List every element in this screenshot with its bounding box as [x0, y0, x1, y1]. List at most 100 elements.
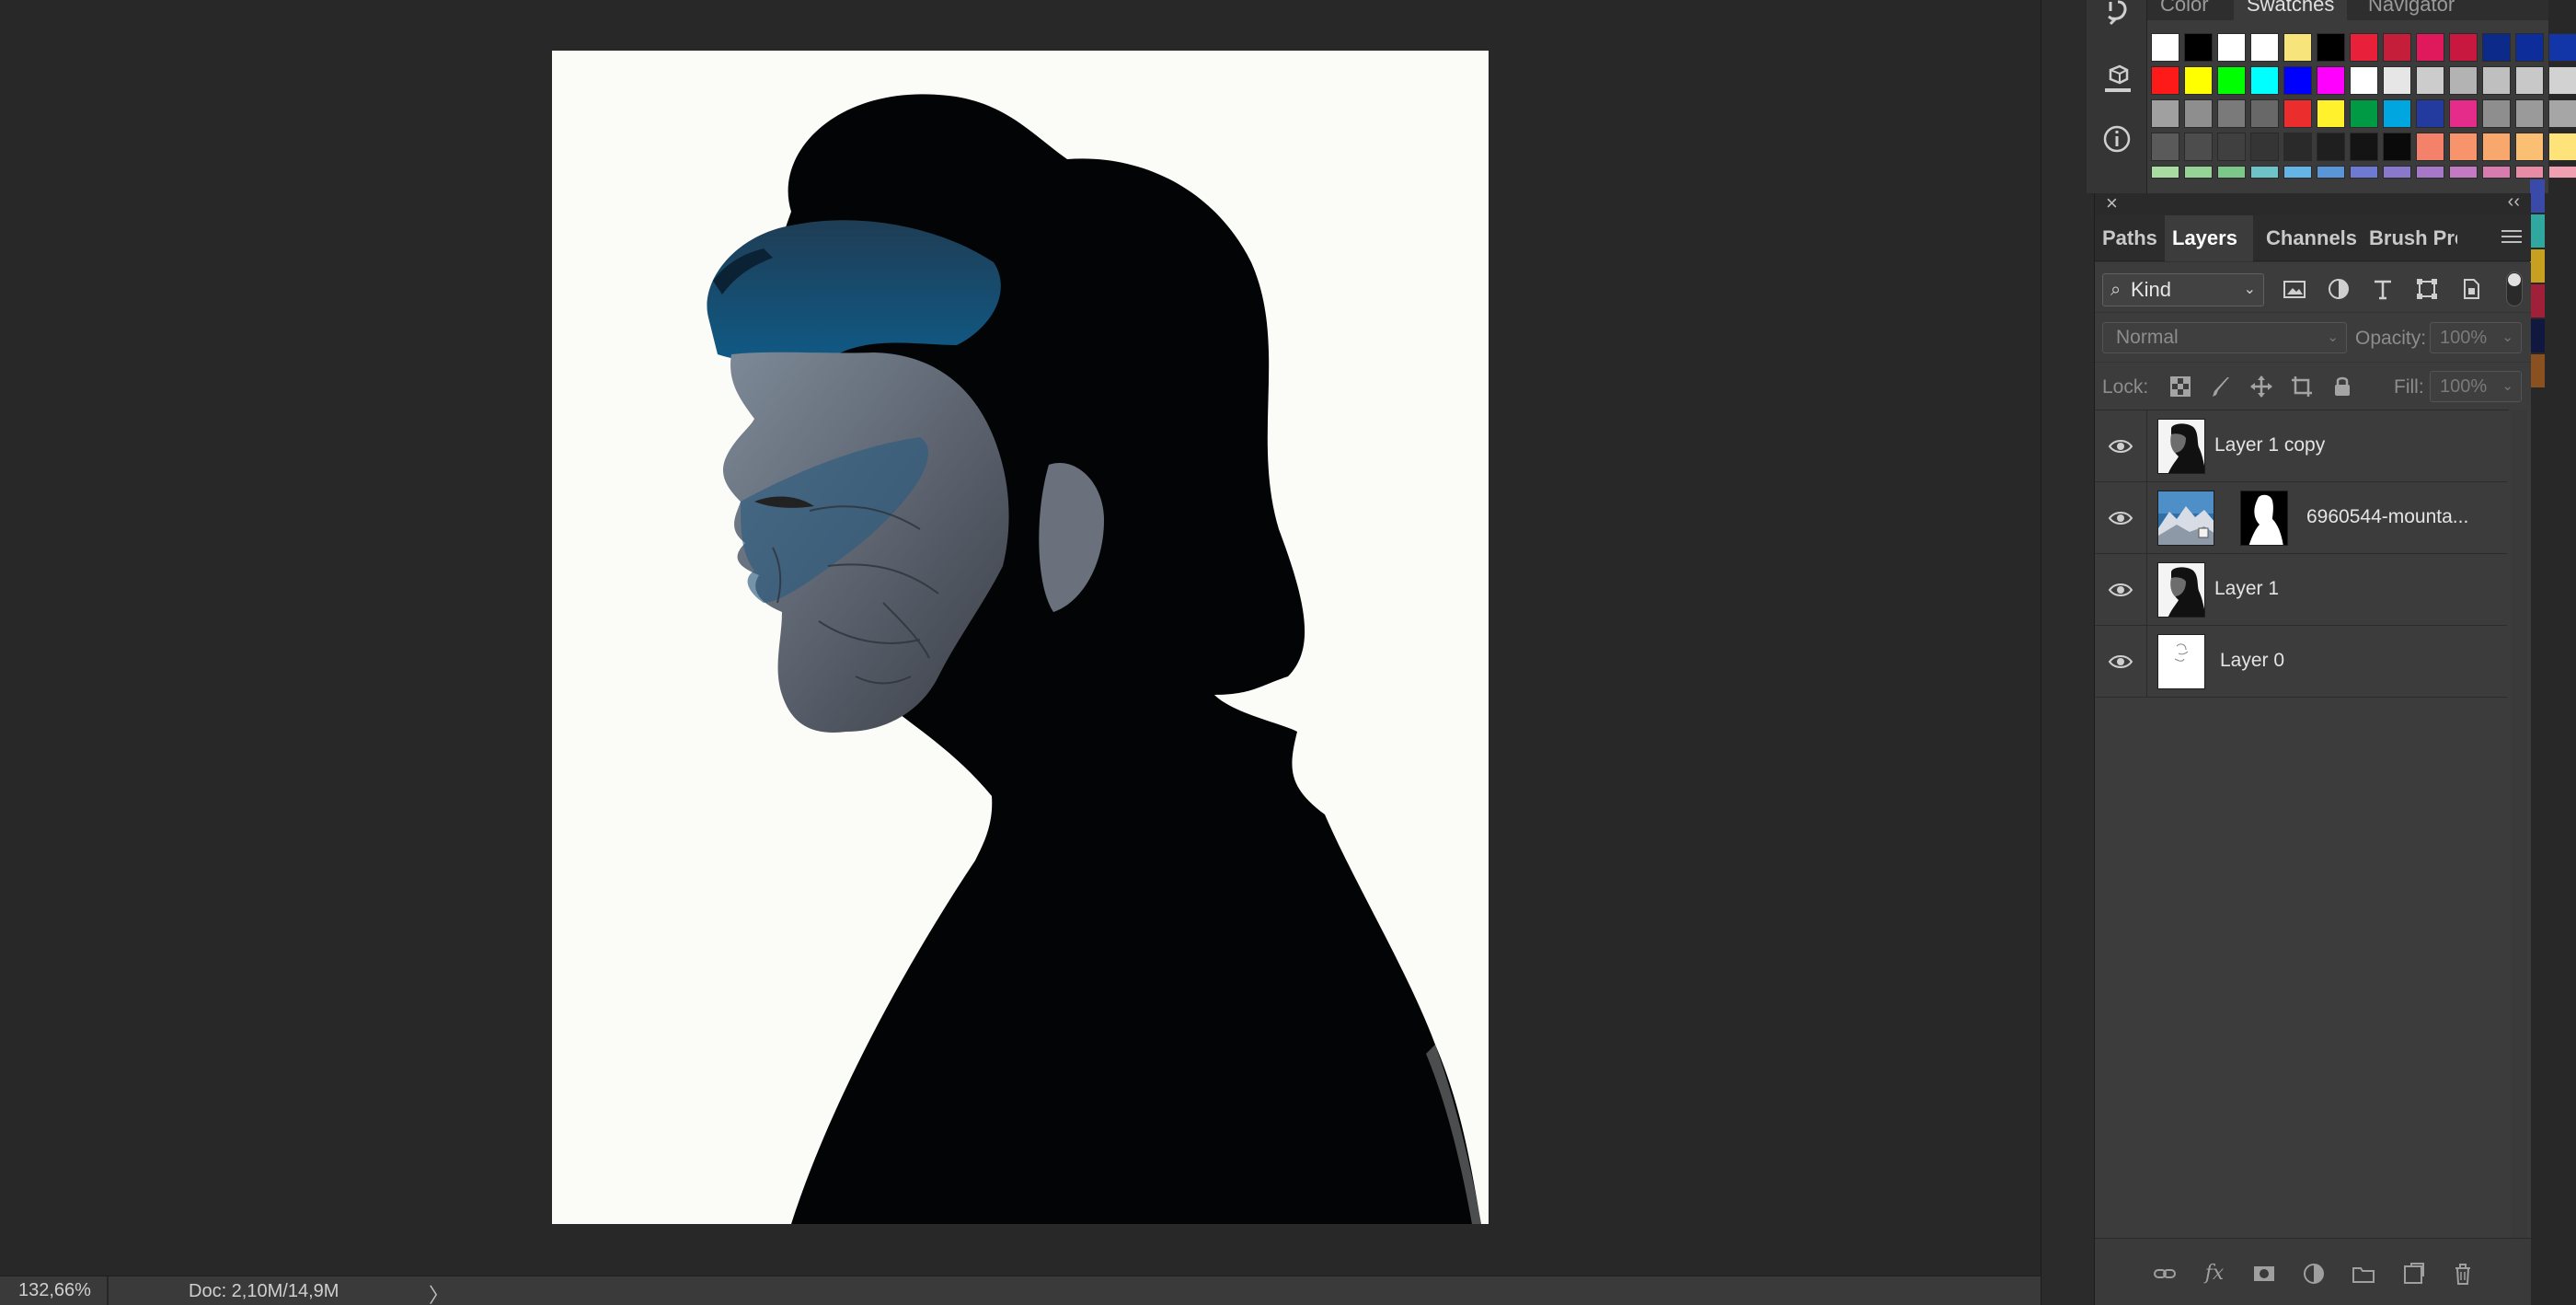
tab-channels[interactable]: Channels [2259, 215, 2358, 261]
color-swatch[interactable] [2217, 33, 2246, 62]
adjustment-layer-filter-icon[interactable] [2325, 275, 2352, 303]
color-swatch[interactable] [2383, 133, 2411, 161]
color-swatch[interactable] [2383, 33, 2411, 62]
color-swatch[interactable] [2283, 166, 2312, 179]
color-swatch[interactable] [2250, 166, 2279, 179]
visibility-eye-icon[interactable] [2108, 650, 2133, 674]
color-swatch[interactable] [2530, 284, 2545, 318]
mask-icon[interactable] [2251, 1261, 2277, 1287]
color-swatch[interactable] [2184, 133, 2213, 161]
color-swatch[interactable] [2383, 99, 2411, 128]
shape-layer-filter-icon[interactable] [2413, 275, 2441, 303]
color-swatch[interactable] [2151, 166, 2179, 179]
color-swatch[interactable] [2548, 133, 2576, 161]
color-swatch[interactable] [2317, 133, 2345, 161]
color-swatch[interactable] [2515, 33, 2544, 62]
layer-row[interactable]: Layer 1 copy [2095, 410, 2507, 482]
color-swatch[interactable] [2217, 99, 2246, 128]
color-swatch[interactable] [2283, 99, 2312, 128]
filter-toggle-switch[interactable] [2506, 271, 2523, 306]
color-swatch[interactable] [2530, 249, 2545, 283]
color-swatch[interactable] [2350, 166, 2378, 179]
tab-color[interactable]: Color [2147, 0, 2222, 20]
tab-swatches[interactable]: Swatches [2234, 0, 2348, 20]
blend-mode-select[interactable]: Normal ⌄ [2102, 322, 2347, 353]
color-swatch[interactable] [2184, 66, 2213, 95]
color-swatch[interactable] [2350, 133, 2378, 161]
color-swatch[interactable] [2350, 33, 2378, 62]
color-swatch[interactable] [2283, 133, 2312, 161]
color-swatch[interactable] [2482, 33, 2511, 62]
color-swatch[interactable] [2482, 66, 2511, 95]
color-swatch[interactable] [2548, 66, 2576, 95]
color-swatch[interactable] [2151, 99, 2179, 128]
status-menu-arrow-icon[interactable]: 〉 [429, 1279, 449, 1305]
visibility-eye-icon[interactable] [2108, 506, 2133, 530]
color-swatch[interactable] [2548, 33, 2576, 62]
color-swatch[interactable] [2317, 166, 2345, 179]
color-swatch[interactable] [2449, 166, 2478, 179]
color-swatch[interactable] [2416, 133, 2444, 161]
color-swatch[interactable] [2530, 354, 2545, 387]
color-swatch[interactable] [2515, 99, 2544, 128]
color-swatch[interactable] [2283, 33, 2312, 62]
fill-field[interactable]: 100% ⌄ [2430, 371, 2522, 402]
color-swatch[interactable] [2515, 133, 2544, 161]
color-swatch[interactable] [2317, 66, 2345, 95]
collapse-panel-icon[interactable]: ‹‹ [2508, 191, 2520, 213]
document-canvas[interactable] [552, 51, 1489, 1224]
color-swatch[interactable] [2350, 66, 2378, 95]
color-swatch[interactable] [2449, 66, 2478, 95]
trash-icon[interactable] [2450, 1261, 2476, 1287]
folder-icon[interactable] [2351, 1261, 2376, 1287]
color-swatch[interactable] [2217, 133, 2246, 161]
color-swatch[interactable] [2350, 99, 2378, 128]
color-swatch[interactable] [2482, 99, 2511, 128]
close-icon[interactable]: × [2106, 191, 2118, 215]
color-swatch[interactable] [2530, 319, 2545, 352]
panel-menu-icon[interactable] [2501, 226, 2522, 247]
color-swatch[interactable] [2184, 99, 2213, 128]
visibility-eye-icon[interactable] [2108, 434, 2133, 458]
color-swatch[interactable] [2530, 214, 2545, 248]
3d-panel-icon[interactable] [2099, 64, 2134, 99]
layer-row[interactable]: 6960544-mounta... [2095, 482, 2507, 554]
adjustment-icon[interactable] [2301, 1261, 2327, 1287]
filter-kind-select[interactable]: ⌕ Kind ⌄ [2102, 273, 2264, 306]
color-swatch[interactable] [2416, 33, 2444, 62]
color-swatch[interactable] [2449, 133, 2478, 161]
color-swatch[interactable] [2317, 99, 2345, 128]
color-swatch[interactable] [2151, 133, 2179, 161]
lock-transparent-pixels-icon[interactable] [2168, 375, 2192, 398]
type-layer-filter-icon[interactable] [2369, 275, 2397, 303]
layer-row[interactable]: Layer 1 [2095, 554, 2507, 626]
color-swatch[interactable] [2383, 66, 2411, 95]
color-swatch[interactable] [2184, 33, 2213, 62]
color-swatch[interactable] [2250, 66, 2279, 95]
tab-brush-presets[interactable]: Brush Pre [2362, 215, 2457, 261]
color-swatch[interactable] [2449, 33, 2478, 62]
color-swatch[interactable] [2250, 133, 2279, 161]
new-layer-icon[interactable] [2400, 1261, 2426, 1287]
color-swatch[interactable] [2515, 166, 2544, 179]
zoom-level-readout[interactable]: 132,66% [18, 1280, 91, 1301]
fx-icon[interactable]: fx [2202, 1261, 2227, 1287]
smart-object-filter-icon[interactable] [2457, 275, 2485, 303]
color-swatch[interactable] [2416, 99, 2444, 128]
pixel-layer-filter-icon[interactable] [2281, 275, 2308, 303]
color-swatch[interactable] [2283, 66, 2312, 95]
color-swatch[interactable] [2482, 166, 2511, 179]
opacity-field[interactable]: 100% ⌄ [2430, 322, 2522, 353]
color-swatch[interactable] [2530, 179, 2545, 213]
color-swatch[interactable] [2548, 99, 2576, 128]
color-swatch[interactable] [2317, 33, 2345, 62]
lock-artboard-icon[interactable] [2290, 375, 2314, 398]
color-swatch[interactable] [2250, 33, 2279, 62]
color-swatch[interactable] [2383, 166, 2411, 179]
history-icon[interactable] [2099, 0, 2134, 35]
color-swatch[interactable] [2515, 66, 2544, 95]
layer-row[interactable]: Layer 0 [2095, 626, 2507, 698]
color-swatch[interactable] [2416, 166, 2444, 179]
color-swatch[interactable] [2482, 133, 2511, 161]
info-icon[interactable] [2099, 121, 2134, 156]
